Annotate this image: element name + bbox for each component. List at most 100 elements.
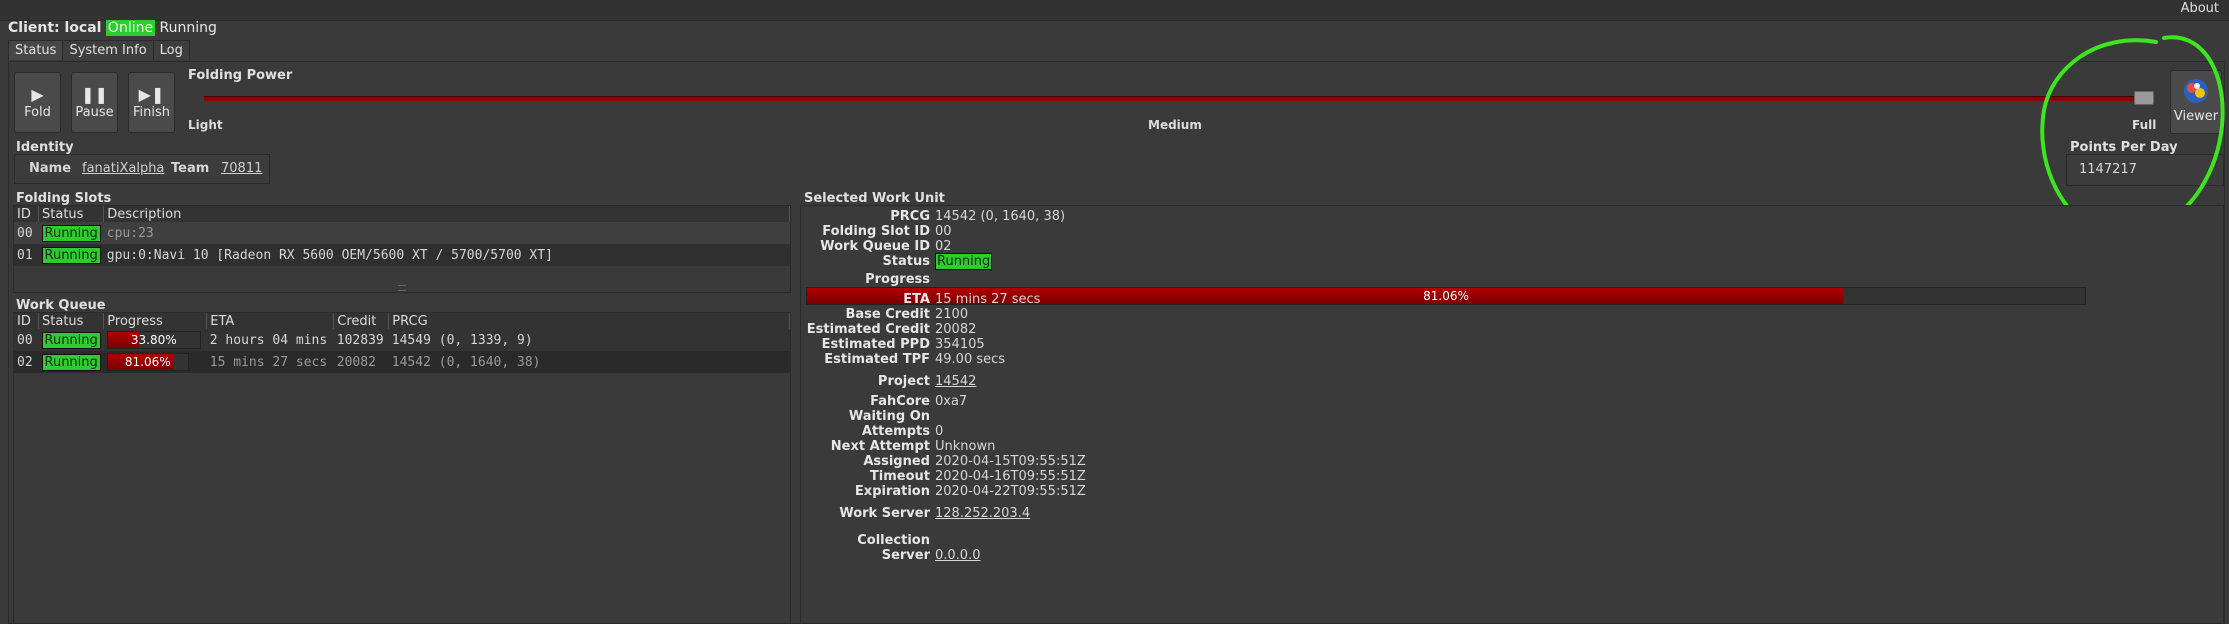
pause-icon: ❚❚ bbox=[81, 85, 108, 104]
collection-server-link[interactable]: 0.0.0.0 bbox=[935, 548, 980, 563]
slot-value: 00 bbox=[935, 224, 952, 239]
col-eta[interactable]: ETA bbox=[206, 313, 335, 329]
wu-progress-bar: 33.80% bbox=[106, 331, 201, 349]
wu-progress-text: 81.06% bbox=[124, 355, 171, 369]
fold-label: Fold bbox=[24, 105, 51, 120]
skip-end-icon: ▶❚ bbox=[138, 85, 165, 104]
fahcore-value: 0xa7 bbox=[935, 394, 968, 409]
project-link[interactable]: 14542 bbox=[935, 374, 976, 389]
slot-description: cpu:23 bbox=[106, 225, 154, 241]
power-medium-label: Medium bbox=[1148, 118, 1202, 132]
selected-wu-title: Selected Work Unit bbox=[804, 191, 945, 206]
tab-status[interactable]: Status bbox=[8, 40, 64, 60]
menubar bbox=[0, 0, 2229, 21]
col-description[interactable]: Description bbox=[103, 206, 790, 222]
wu-waiting-row: Waiting On bbox=[806, 409, 2206, 424]
wu-credit: 20082 bbox=[336, 354, 376, 370]
client-state: Running bbox=[159, 20, 217, 36]
assigned-value: 2020-04-15T09:55:51Z bbox=[935, 454, 1086, 469]
progress-label: Progress bbox=[865, 272, 930, 287]
eta-label: ETA bbox=[903, 292, 930, 307]
next-attempt-label: Next Attempt bbox=[830, 439, 930, 454]
assigned-label: Assigned bbox=[863, 454, 930, 469]
wu-id: 00 bbox=[17, 332, 33, 348]
pause-button[interactable]: ❚❚ Pause bbox=[71, 72, 118, 133]
fold-button[interactable]: ▶ Fold bbox=[14, 72, 61, 133]
queue-label: Work Queue ID bbox=[820, 239, 930, 254]
status-label: Status bbox=[882, 254, 930, 269]
team-label: Team bbox=[171, 161, 210, 176]
folding-power-title: Folding Power bbox=[188, 68, 293, 83]
wu-id: 02 bbox=[17, 354, 33, 370]
client-label: Client: local bbox=[8, 20, 102, 36]
attempts-value: 0 bbox=[935, 424, 944, 439]
about-menu[interactable]: About bbox=[2181, 1, 2219, 16]
pause-label: Pause bbox=[75, 105, 114, 120]
finish-label: Finish bbox=[132, 105, 170, 120]
table-row[interactable]: 02 Running 81.06% 15 mins 27 secs 20082 … bbox=[14, 351, 790, 373]
status-badge: Running bbox=[41, 246, 101, 264]
name-label: Name bbox=[29, 161, 72, 176]
est-ppd-value: 354105 bbox=[935, 337, 985, 352]
prcg-label: PRCG bbox=[890, 209, 930, 224]
identity-name-link[interactable]: fanatiXalpha bbox=[82, 161, 164, 176]
col-status[interactable]: Status bbox=[38, 206, 105, 222]
table-row[interactable]: 01 Running gpu:0:Navi 10 [Radeon RX 5600… bbox=[14, 244, 790, 266]
wu-slot-row: Folding Slot ID 00 bbox=[806, 224, 2206, 239]
wu-est-credit-row: Estimated Credit 20082 bbox=[806, 322, 2206, 337]
splitter-handle[interactable] bbox=[398, 285, 406, 291]
tab-bar: Status System Info Log bbox=[8, 40, 190, 61]
folding-slots-table-box: ID Status Description 00 Running cpu:23 … bbox=[13, 205, 791, 293]
folding-power-slider[interactable] bbox=[204, 96, 2144, 101]
wu-est-ppd-row: Estimated PPD 354105 bbox=[806, 337, 2206, 352]
status-badge: Running bbox=[41, 224, 101, 242]
work-server-link[interactable]: 128.252.203.4 bbox=[935, 506, 1030, 521]
col-credit[interactable]: Credit bbox=[333, 313, 390, 329]
wu-progress-bar: 81.06% bbox=[106, 353, 189, 371]
identity-title: Identity bbox=[16, 140, 74, 155]
waiting-label: Waiting On bbox=[848, 409, 930, 424]
wu-est-tpf-row: Estimated TPF 49.00 secs bbox=[806, 352, 2206, 367]
identity-box: Name fanatiXalpha Team 70811 bbox=[14, 154, 270, 184]
team-link[interactable]: 70811 bbox=[221, 161, 262, 176]
tab-log[interactable]: Log bbox=[152, 40, 190, 60]
col-id[interactable]: ID bbox=[14, 206, 39, 222]
wu-project-row: Project 14542 bbox=[806, 374, 2206, 389]
wu-work-server-row: Work Server 128.252.203.4 bbox=[806, 506, 2206, 521]
expiration-value: 2020-04-22T09:55:51Z bbox=[935, 484, 1086, 499]
fahcore-label: FahCore bbox=[870, 394, 930, 409]
work-server-label: Work Server bbox=[839, 506, 930, 521]
base-credit-label: Base Credit bbox=[845, 307, 930, 322]
wu-prcg: 14542 (0, 1640, 38) bbox=[391, 354, 541, 370]
wu-eta-row: ETA 15 mins 27 secs bbox=[806, 292, 2206, 307]
wu-attempts-row: Attempts 0 bbox=[806, 424, 2206, 439]
col-id[interactable]: ID bbox=[14, 313, 39, 329]
col-status[interactable]: Status bbox=[38, 313, 105, 329]
work-queue-table: ID Status Progress ETA Credit PRCG 00 Ru… bbox=[14, 313, 790, 373]
table-row[interactable]: 00 Running 33.80% 2 hours 04 mins 102839… bbox=[14, 329, 790, 351]
work-queue-title: Work Queue bbox=[16, 298, 106, 313]
base-credit-value: 2100 bbox=[935, 307, 969, 322]
online-badge: Online bbox=[105, 20, 156, 36]
wu-timeout-row: Timeout 2020-04-16T09:55:51Z bbox=[806, 469, 2206, 484]
client-status: Client: local Online Running bbox=[8, 20, 217, 36]
collection-server-label: Collection Server bbox=[857, 533, 930, 563]
wu-fahcore-row: FahCore 0xa7 bbox=[806, 394, 2206, 409]
timeout-value: 2020-04-16T09:55:51Z bbox=[935, 469, 1086, 484]
status-badge: Running bbox=[41, 331, 101, 349]
wu-eta: 2 hours 04 mins bbox=[209, 332, 328, 348]
est-tpf-label: Estimated TPF bbox=[824, 352, 930, 367]
est-credit-value: 20082 bbox=[935, 322, 977, 337]
table-row[interactable]: 00 Running cpu:23 bbox=[14, 222, 790, 244]
col-progress[interactable]: Progress bbox=[103, 313, 208, 329]
col-prcg[interactable]: PRCG bbox=[388, 313, 790, 329]
wu-queue-row: Work Queue ID 02 bbox=[806, 239, 2206, 254]
est-ppd-label: Estimated PPD bbox=[821, 337, 930, 352]
expiration-label: Expiration bbox=[854, 484, 930, 499]
est-credit-label: Estimated Credit bbox=[806, 322, 930, 337]
tab-system-info[interactable]: System Info bbox=[62, 40, 154, 60]
project-label: Project bbox=[877, 374, 930, 389]
slot-id: 01 bbox=[17, 247, 33, 263]
finish-button[interactable]: ▶❚ Finish bbox=[128, 72, 175, 133]
next-attempt-value: Unknown bbox=[935, 439, 996, 454]
